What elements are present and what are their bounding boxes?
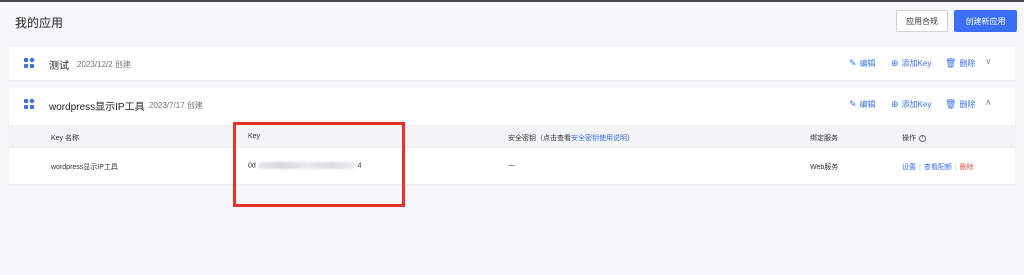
edit-icon: ✎ bbox=[849, 99, 857, 109]
edit-label: 编辑 bbox=[859, 59, 876, 68]
app-row[interactable]: 测试 2023/12/2 创建 ✎ 编辑 ⊕ 添加Key 🗑 删除 ∨ bbox=[9, 47, 1015, 80]
chevron-up-icon[interactable]: ∧ bbox=[985, 97, 992, 108]
service-cell: Web服务 bbox=[810, 164, 839, 171]
page-title: 我的应用 bbox=[15, 16, 64, 30]
edit-label: 编辑 bbox=[859, 100, 876, 109]
app-row[interactable]: wordpress显示IP工具 2023/7/17 创建 ✎ 编辑 ⊕ 添加Ke… bbox=[9, 88, 1015, 121]
app-created-date: 2023/12/2 创建 bbox=[77, 60, 131, 69]
create-app-button[interactable]: 创建新应用 bbox=[954, 10, 1017, 32]
delete-key-link[interactable]: 删除 bbox=[960, 164, 974, 171]
header-secret-label: 安全密钥（点击查看 bbox=[508, 135, 571, 142]
edit-app-button[interactable]: ✎ 编辑 bbox=[849, 58, 876, 69]
header-secret-suffix: ） bbox=[627, 135, 634, 142]
add-key-button[interactable]: ⊕ 添加Key bbox=[891, 99, 931, 110]
chevron-down-icon[interactable]: ∨ bbox=[985, 56, 992, 67]
add-key-button[interactable]: ⊕ 添加Key bbox=[891, 58, 931, 69]
apps-grid-icon bbox=[24, 98, 35, 110]
add-key-label: 添加Key bbox=[901, 59, 932, 68]
header-service: 绑定服务 bbox=[810, 135, 838, 142]
delete-label: 删除 bbox=[959, 100, 976, 109]
trash-icon: 🗑 bbox=[945, 58, 957, 68]
red-highlight-box bbox=[233, 122, 405, 207]
header-key-name: Key 名称 bbox=[51, 135, 80, 142]
edit-icon: ✎ bbox=[849, 58, 857, 68]
delete-app-button[interactable]: 🗑 删除 bbox=[945, 58, 975, 69]
delete-label: 删除 bbox=[959, 59, 976, 68]
separator: | bbox=[919, 164, 921, 171]
edit-app-button[interactable]: ✎ 编辑 bbox=[849, 99, 876, 110]
header-secret: 安全密钥（点击查看安全密钥使用说明） bbox=[508, 133, 634, 143]
apps-grid-icon bbox=[24, 57, 35, 69]
secret-cell: — bbox=[508, 162, 515, 169]
add-key-label: 添加Key bbox=[901, 100, 932, 109]
app-name: wordpress显示IP工具 bbox=[49, 102, 145, 113]
ops-cell: 设置 | 查看配额 | 删除 bbox=[902, 162, 974, 172]
add-circle-icon: ⊕ bbox=[891, 58, 899, 68]
trash-icon: 🗑 bbox=[945, 99, 957, 109]
settings-link[interactable]: 设置 bbox=[902, 164, 916, 171]
view-quota-link[interactable]: 查看配额 bbox=[924, 164, 952, 171]
app-card: 测试 2023/12/2 创建 ✎ 编辑 ⊕ 添加Key 🗑 删除 ∨ bbox=[9, 47, 1015, 80]
page-header: 我的应用 应用合规 创建新应用 bbox=[0, 2, 1024, 42]
app-name: 测试 bbox=[49, 61, 69, 72]
delete-app-button[interactable]: 🗑 删除 bbox=[945, 99, 975, 110]
separator: | bbox=[954, 164, 957, 171]
app-card: wordpress显示IP工具 2023/7/17 创建 ✎ 编辑 ⊕ 添加Ke… bbox=[9, 88, 1015, 184]
secret-help-link[interactable]: 安全密钥使用说明 bbox=[571, 135, 627, 142]
header-ops: 操作 i bbox=[902, 133, 926, 143]
header-ops-label: 操作 bbox=[902, 135, 916, 142]
key-name-cell: wordpress显示IP工具 bbox=[51, 164, 118, 171]
key-table-header: Key 名称 Key 安全密钥（点击查看安全密钥使用说明） 绑定服务 操作 i bbox=[9, 125, 1015, 147]
app-created-date: 2023/7/17 创建 bbox=[149, 101, 203, 110]
add-circle-icon: ⊕ bbox=[891, 99, 899, 109]
app-compliance-button[interactable]: 应用合规 bbox=[896, 10, 948, 32]
info-icon[interactable]: i bbox=[919, 134, 926, 142]
table-row: wordpress显示IP工具 0d 4 — Web服务 设置 | 查看配额 | 删除 bbox=[9, 147, 1015, 184]
